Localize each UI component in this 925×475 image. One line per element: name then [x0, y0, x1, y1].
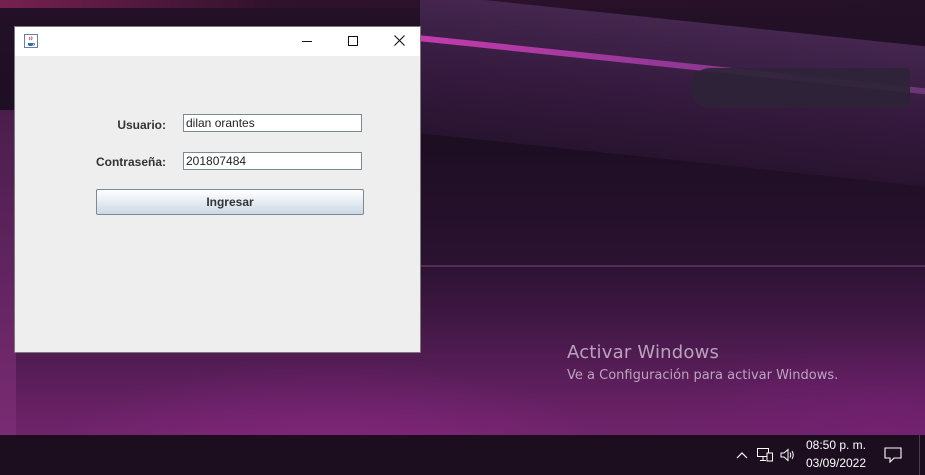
- usuario-label: Usuario:: [117, 118, 166, 132]
- close-button[interactable]: [376, 27, 422, 56]
- maximize-button[interactable]: [330, 27, 376, 56]
- java-cup-icon: [24, 34, 38, 48]
- activation-watermark-title: Activar Windows: [567, 342, 720, 363]
- password-input[interactable]: [183, 152, 362, 170]
- volume-icon[interactable]: [780, 447, 796, 463]
- desktop: Usuario: Contraseña: Ingresar Activar Wi…: [0, 0, 925, 475]
- activation-watermark-subtitle: Ve a Configuración para activar Windows.: [567, 368, 839, 383]
- network-icon[interactable]: [757, 447, 773, 463]
- ingresar-button[interactable]: Ingresar: [96, 189, 364, 215]
- minimize-icon: [302, 33, 312, 51]
- taskbar: 08:50 p. m. 03/09/2022: [0, 435, 925, 475]
- clock-date[interactable]: 03/09/2022: [804, 456, 868, 470]
- background-train-window: [690, 68, 910, 108]
- chevron-up-icon[interactable]: [734, 447, 750, 463]
- minimize-button[interactable]: [284, 27, 330, 56]
- clock-time[interactable]: 08:50 p. m.: [804, 438, 868, 452]
- close-icon: [393, 33, 405, 51]
- login-window: Usuario: Contraseña: Ingresar: [14, 26, 421, 353]
- usuario-input[interactable]: [183, 114, 362, 132]
- show-desktop-button[interactable]: [919, 435, 925, 475]
- maximize-icon: [348, 33, 358, 51]
- password-label: Contraseña:: [95, 155, 166, 169]
- notification-icon[interactable]: [883, 446, 903, 464]
- title-bar[interactable]: [15, 27, 420, 56]
- background-platform-line: [420, 265, 925, 267]
